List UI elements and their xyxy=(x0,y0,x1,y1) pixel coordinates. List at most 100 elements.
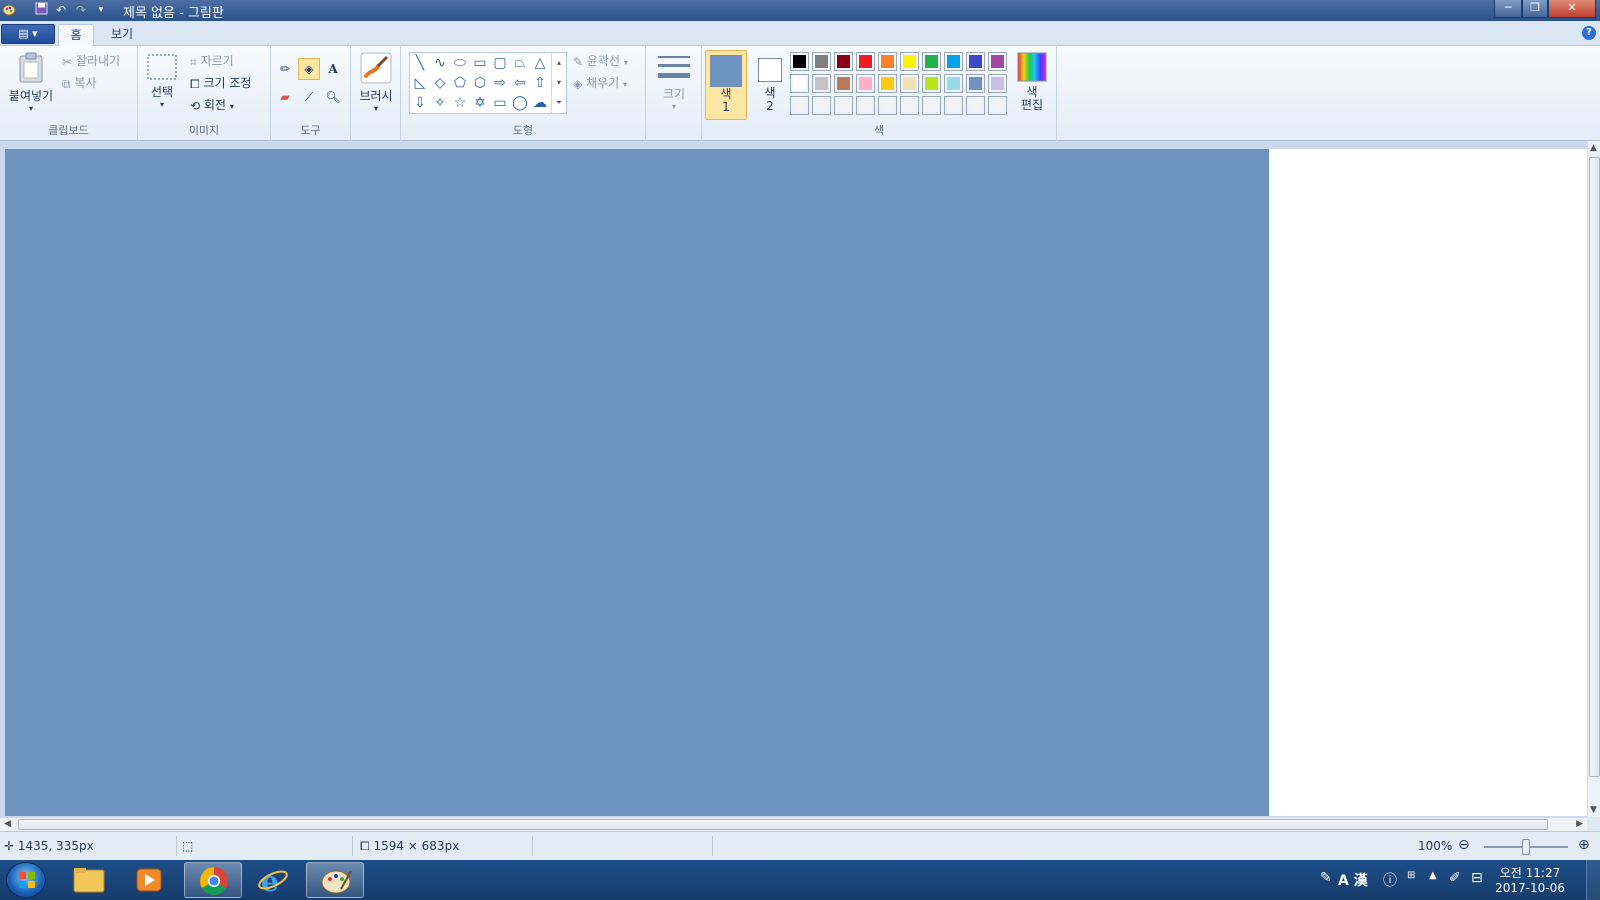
undo-icon[interactable]: ↶ xyxy=(52,2,70,19)
tab-home[interactable]: 홈 xyxy=(58,24,94,46)
line-shape[interactable]: ╲ xyxy=(410,53,430,73)
close-button[interactable]: ✕ xyxy=(1548,0,1596,18)
clock-date[interactable]: 2017-10-06 xyxy=(1490,881,1570,895)
canvas-blank-area[interactable] xyxy=(1269,149,1587,816)
palette-swatch[interactable] xyxy=(856,74,875,93)
crop-button[interactable]: ⌗ 자르기 xyxy=(190,52,234,70)
ime-mode[interactable]: A 漢 xyxy=(1338,870,1368,890)
tray-app-icon[interactable]: ✐ xyxy=(1449,870,1461,886)
zoom-out-icon[interactable]: ⊖ xyxy=(1458,837,1470,853)
customize-qat-icon[interactable]: ▾ xyxy=(92,2,110,19)
color2-button[interactable]: 색 2 xyxy=(752,50,788,120)
shapes-scroll[interactable]: ▴ ▾ ⏷ xyxy=(551,53,566,113)
vertical-scrollbar[interactable]: ▲ ▼ xyxy=(1587,141,1600,817)
horizontal-scroll-thumb[interactable] xyxy=(18,819,1548,830)
left-arrow-shape[interactable]: ⇦ xyxy=(510,73,530,93)
color1-button[interactable]: 색 1 xyxy=(705,50,747,120)
scroll-down-arrow-icon[interactable]: ▼ xyxy=(1590,805,1597,815)
palette-swatch[interactable] xyxy=(922,52,941,71)
right-arrow-shape[interactable]: ⇨ xyxy=(490,73,510,93)
eraser-tool[interactable]: ▰ xyxy=(274,86,296,108)
custom-color-slot[interactable] xyxy=(966,96,985,115)
paint-app-icon[interactable] xyxy=(2,3,16,17)
maximize-button[interactable]: ❐ xyxy=(1522,0,1548,18)
palette-swatch[interactable] xyxy=(966,52,985,71)
redo-icon[interactable]: ↷ xyxy=(72,2,90,19)
network-icon[interactable]: ⊟ xyxy=(1471,870,1483,886)
custom-color-slot[interactable] xyxy=(878,96,897,115)
text-tool[interactable]: A xyxy=(322,58,344,80)
palette-swatch[interactable] xyxy=(988,74,1007,93)
palette-swatch[interactable] xyxy=(812,74,831,93)
custom-color-slot[interactable] xyxy=(988,96,1007,115)
diamond-shape[interactable]: ◇ xyxy=(430,73,450,93)
brush-button[interactable]: 브러시 ▾ xyxy=(355,52,397,113)
custom-color-slot[interactable] xyxy=(834,96,853,115)
zoom-in-icon[interactable]: ⊕ xyxy=(1578,837,1590,853)
palette-swatch[interactable] xyxy=(966,74,985,93)
scroll-right-arrow-icon[interactable]: ▶ xyxy=(1576,819,1583,829)
taskbar-file-explorer[interactable] xyxy=(60,862,118,898)
paste-button[interactable]: 붙여넣기 ▾ xyxy=(6,52,56,113)
cloud-callout-shape[interactable]: ☁ xyxy=(530,93,550,113)
fill-tool[interactable]: ◈ xyxy=(298,58,320,80)
help-icon[interactable]: ? xyxy=(1582,26,1596,40)
taskbar-internet-explorer[interactable]: e xyxy=(244,862,302,898)
select-button[interactable]: 선택 ▾ xyxy=(144,54,180,109)
oval-callout-shape[interactable]: ◯ xyxy=(510,93,530,113)
taskbar-media-player[interactable] xyxy=(120,862,178,898)
six-point-star-shape[interactable]: ✡ xyxy=(470,93,490,113)
scroll-up-arrow-icon[interactable]: ▲ xyxy=(1590,143,1597,153)
show-desktop-button[interactable] xyxy=(1586,860,1600,900)
fill-button[interactable]: ◈ 채우기 ▾ xyxy=(573,74,627,92)
start-button[interactable] xyxy=(6,862,46,898)
outline-button[interactable]: ✎ 윤곽선 ▾ xyxy=(573,52,628,70)
resize-button[interactable]: ⧠ 크기 조정 xyxy=(190,74,251,92)
triangle-shape[interactable]: △ xyxy=(530,53,550,73)
minimize-button[interactable]: ─ xyxy=(1494,0,1522,18)
edit-colors-button[interactable]: 색 편집 xyxy=(1010,52,1054,111)
rotate-button[interactable]: ⟲ 회전 ▾ xyxy=(190,96,234,114)
palette-swatch[interactable] xyxy=(988,52,1007,71)
up-arrow-shape[interactable]: ⇧ xyxy=(530,73,550,93)
palette-swatch[interactable] xyxy=(812,52,831,71)
palette-swatch[interactable] xyxy=(790,52,809,71)
copy-button[interactable]: ⧉ 복사 xyxy=(62,74,97,92)
vertical-scroll-thumb[interactable] xyxy=(1589,157,1600,777)
custom-color-slot[interactable] xyxy=(790,96,809,115)
tab-view[interactable]: 보기 xyxy=(102,24,142,46)
file-menu-button[interactable]: ▤ ▾ xyxy=(1,24,55,44)
zoom-slider-thumb[interactable] xyxy=(1522,839,1530,855)
palette-swatch[interactable] xyxy=(922,74,941,93)
palette-swatch[interactable] xyxy=(790,74,809,93)
rounded-rectangle-shape[interactable]: ▢ xyxy=(490,53,510,73)
polygon-shape[interactable]: ⏢ xyxy=(510,53,530,73)
pencil-tool[interactable]: ✏ xyxy=(274,58,296,80)
curve-shape[interactable]: ∿ xyxy=(430,53,450,73)
taskbar-paint[interactable] xyxy=(306,862,364,898)
language-bar-icon[interactable]: ✎ xyxy=(1320,870,1332,886)
palette-swatch[interactable] xyxy=(878,52,897,71)
palette-swatch[interactable] xyxy=(878,74,897,93)
custom-color-slot[interactable] xyxy=(944,96,963,115)
palette-swatch[interactable] xyxy=(856,52,875,71)
size-button[interactable]: 크기 ▾ xyxy=(654,52,694,111)
drawing-canvas[interactable] xyxy=(5,149,1269,816)
hexagon-shape[interactable]: ⬡ xyxy=(470,73,490,93)
oval-shape[interactable]: ⬭ xyxy=(450,53,470,73)
palette-swatch[interactable] xyxy=(900,74,919,93)
palette-swatch[interactable] xyxy=(900,52,919,71)
pentagon-shape[interactable]: ⬠ xyxy=(450,73,470,93)
down-arrow-shape[interactable]: ⇩ xyxy=(410,93,430,113)
horizontal-scrollbar[interactable]: ◀ ▶ xyxy=(0,817,1587,831)
right-triangle-shape[interactable]: ◺ xyxy=(410,73,430,93)
custom-color-slot[interactable] xyxy=(900,96,919,115)
custom-color-slot[interactable] xyxy=(922,96,941,115)
ime-help-icon[interactable]: ⓘ xyxy=(1383,870,1397,890)
magnifier-tool[interactable]: 🔍︎ xyxy=(322,86,344,108)
cut-button[interactable]: ✂ 잘라내기 xyxy=(62,52,120,70)
custom-color-slot[interactable] xyxy=(812,96,831,115)
scroll-left-arrow-icon[interactable]: ◀ xyxy=(4,819,11,829)
five-point-star-shape[interactable]: ☆ xyxy=(450,93,470,113)
show-hidden-icons[interactable]: ▲ xyxy=(1429,870,1437,881)
